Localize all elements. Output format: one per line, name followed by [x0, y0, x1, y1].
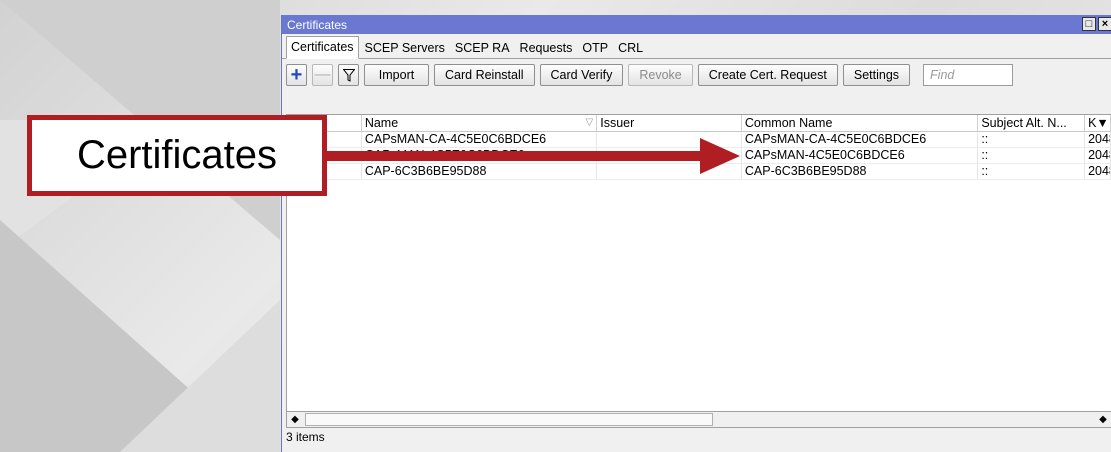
- tab-crl[interactable]: CRL: [614, 38, 647, 58]
- column-header-name[interactable]: Name ▽: [362, 115, 598, 131]
- plus-icon: +: [290, 64, 303, 86]
- cell-name: CAP-6C3B6BE95D88: [362, 164, 598, 179]
- table-header: Name ▽ Issuer Common Name Subject Alt. N.…: [287, 115, 1111, 132]
- scroll-left-icon[interactable]: ◆: [287, 414, 303, 425]
- maximize-icon[interactable]: □: [1082, 17, 1096, 31]
- cell-key-size: 2048: [1085, 132, 1111, 147]
- settings-button[interactable]: Settings: [842, 64, 911, 86]
- filter-button[interactable]: [338, 64, 359, 86]
- cell-common-name: CAPsMAN-4C5E0C6BDCE6: [742, 148, 979, 163]
- column-header-key-size[interactable]: K▼: [1085, 115, 1111, 131]
- card-verify-button[interactable]: Card Verify: [539, 64, 624, 86]
- cell-key-size: 2048: [1085, 148, 1111, 163]
- cell-subject-alt-name: ::: [978, 148, 1086, 163]
- cell-common-name: CAP-6C3B6BE95D88: [742, 164, 979, 179]
- column-header-issuer[interactable]: Issuer: [597, 115, 742, 131]
- create-cert-request-button[interactable]: Create Cert. Request: [697, 64, 838, 86]
- remove-button[interactable]: —: [312, 64, 333, 86]
- column-header-subject-alt-name[interactable]: Subject Alt. N...: [978, 115, 1086, 131]
- tab-otp[interactable]: OTP: [578, 38, 612, 58]
- cell-issuer: [597, 132, 742, 147]
- sort-icon: ▽: [585, 117, 594, 128]
- cell-subject-alt-name: ::: [978, 132, 1086, 147]
- find-input[interactable]: Find: [923, 64, 1014, 86]
- cell-name: CAPsMAN-CA-4C5E0C6BDCE6: [362, 132, 598, 147]
- tab-requests[interactable]: Requests: [516, 38, 577, 58]
- close-icon[interactable]: ×: [1098, 17, 1111, 31]
- tab-bar: Certificates SCEP Servers SCEP RA Reques…: [282, 34, 1111, 59]
- card-reinstall-button[interactable]: Card Reinstall: [434, 64, 535, 86]
- filter-icon: [342, 68, 355, 82]
- cell-name: CAPsMAN-4C5E0C6BDCE6: [362, 148, 598, 163]
- cell-subject-alt-name: ::: [978, 164, 1086, 179]
- table-row[interactable]: CAP-6C3B6BE95D88 CAP-6C3B6BE95D88 :: 204…: [287, 164, 1111, 180]
- revoke-button[interactable]: Revoke: [628, 64, 693, 86]
- callout-label: Certificates: [76, 133, 278, 177]
- minus-icon: —: [314, 66, 331, 83]
- import-button[interactable]: Import: [364, 64, 429, 86]
- toolbar: + — Import Card Reinstall Card Verify Re…: [282, 59, 1111, 91]
- tab-scep-servers[interactable]: SCEP Servers: [361, 38, 449, 58]
- dropdown-icon[interactable]: ▼: [1096, 116, 1108, 130]
- window-titlebar[interactable]: Certificates □ ×: [282, 15, 1111, 34]
- table-row[interactable]: CAPsMAN-CA-4C5E0C6BDCE6 CAPsMAN-CA-4C5E0…: [287, 132, 1111, 148]
- cell-issuer: [597, 148, 742, 163]
- tab-certificates[interactable]: Certificates: [286, 36, 359, 59]
- scroll-right-icon[interactable]: ◆: [1095, 414, 1111, 425]
- scrollbar-thumb[interactable]: [305, 413, 713, 426]
- status-item-count: 3 items: [286, 430, 325, 444]
- certificates-table: Name ▽ Issuer Common Name Subject Alt. N.…: [286, 114, 1111, 412]
- horizontal-scrollbar[interactable]: ◆ ◆: [286, 412, 1111, 428]
- table-row[interactable]: CAPsMAN-4C5E0C6BDCE6 CAPsMAN-4C5E0C6BDCE…: [287, 148, 1111, 164]
- column-header-common-name[interactable]: Common Name: [742, 115, 979, 131]
- tab-scep-ra[interactable]: SCEP RA: [451, 38, 514, 58]
- cell-common-name: CAPsMAN-CA-4C5E0C6BDCE6: [742, 132, 979, 147]
- callout-box: Certificates: [27, 115, 327, 196]
- add-button[interactable]: +: [286, 64, 307, 86]
- cell-issuer: [597, 164, 742, 179]
- cell-key-size: 2048: [1085, 164, 1111, 179]
- window-title: Certificates: [287, 17, 348, 32]
- certificates-window: Certificates □ × Certificates SCEP Serve…: [281, 15, 1111, 452]
- background-shard: [120, 300, 280, 452]
